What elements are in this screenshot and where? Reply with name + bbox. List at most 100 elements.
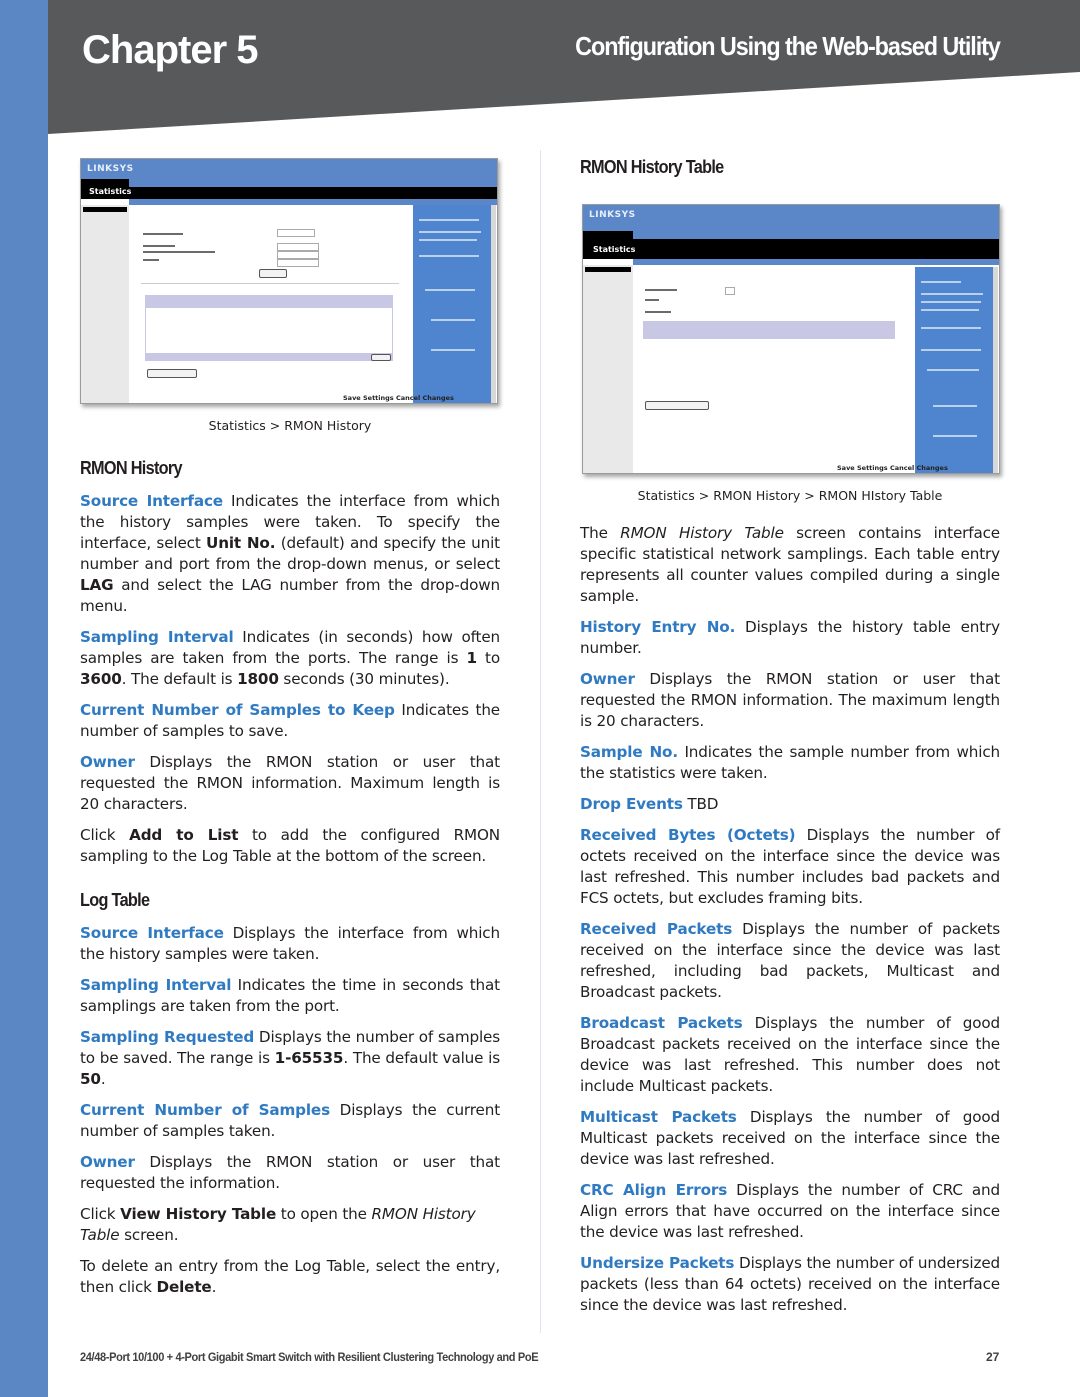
desc-item: Undersize Packets Displays the number of… [580, 1253, 1000, 1316]
help-text-line [921, 301, 981, 303]
help-text-line [927, 369, 979, 371]
heading-log-table: Log Table [80, 889, 150, 910]
desc-text: Displays the RMON station or user that r… [80, 1153, 500, 1192]
help-scrollbar[interactable] [491, 205, 496, 403]
desc-item: Received Bytes (Octets) Displays the num… [580, 825, 1000, 909]
sampling-interval-input[interactable] [277, 243, 319, 251]
heading-rmon-history: RMON History [80, 457, 183, 478]
nav-section-label: Statistics [593, 245, 636, 254]
nav-top-strip [633, 231, 999, 239]
history-entry-select[interactable] [725, 287, 735, 295]
term-label: Owner [80, 1153, 135, 1171]
field-label [143, 245, 175, 247]
column-divider [540, 150, 541, 1333]
desc-log-sampling-interval: Sampling Interval Indicates the time in … [80, 975, 500, 1017]
term-label: Drop Events [580, 795, 683, 813]
desc-sampling-interval: Sampling Interval Indicates (in seconds)… [80, 627, 500, 690]
term-label: Source Interface [80, 492, 223, 510]
bold-text: Delete [156, 1278, 212, 1296]
desc-text: . [211, 1278, 217, 1296]
screenshot-sidebar [81, 205, 129, 403]
bold-text: Add to List [129, 826, 239, 844]
desc-text: . The default value is [343, 1049, 500, 1067]
cancel-changes-link[interactable]: Cancel Changes [890, 464, 948, 472]
desc-add-to-list: Click Add to List to add the configured … [80, 825, 500, 867]
desc-item: Sample No. Indicates the sample number f… [580, 742, 1000, 784]
help-text-line [933, 435, 977, 437]
help-text-line [431, 349, 475, 351]
desc-view-history: Click View History Table to open the RMO… [80, 1204, 500, 1246]
desc-samples-to-keep: Current Number of Samples to Keep Indica… [80, 700, 500, 742]
field-label [143, 259, 159, 261]
nav-top-strip [129, 179, 497, 187]
bold-text: 1 [466, 649, 477, 667]
term-label: Sample No. [580, 743, 678, 761]
help-text-line [921, 281, 961, 283]
chapter-title: Chapter 5 [82, 28, 258, 72]
form-divider [141, 283, 399, 284]
help-pane [413, 205, 491, 403]
desc-item: Drop Events TBD [580, 794, 1000, 815]
right-column: RMON History Table LINKSYS Statistics Sa… [580, 156, 1000, 1326]
term-label: Current Number of Samples to Keep [80, 701, 395, 719]
field-label [143, 233, 183, 235]
screenshot-rmon-history-table: LINKSYS Statistics Save Settings Cancel … [582, 204, 1000, 474]
term-label: Current Number of Samples [80, 1101, 330, 1119]
view-history-table-button[interactable] [147, 369, 197, 378]
help-text-line [419, 239, 477, 241]
desc-text: . The default is [121, 670, 238, 688]
figure-caption: Statistics > RMON History [208, 418, 372, 433]
save-cancel-bar: Save Settings Cancel Changes [837, 464, 948, 472]
sidebar-tab [83, 207, 127, 212]
log-table-header [145, 295, 393, 307]
left-color-strip [0, 0, 48, 1397]
desc-item: Broadcast Packets Displays the number of… [580, 1013, 1000, 1097]
sub-nav [633, 259, 999, 265]
source-interface-select[interactable] [277, 229, 315, 237]
help-text-line [419, 231, 481, 233]
field-description-list: History Entry No. Displays the history t… [580, 617, 1000, 1316]
history-table-header [643, 321, 895, 339]
term-label: Sampling Interval [80, 628, 234, 646]
desc-text: The [580, 524, 621, 542]
desc-text: Displays the RMON station or user that r… [80, 753, 500, 813]
linksys-banner [583, 205, 999, 231]
owner-input[interactable] [277, 259, 319, 267]
save-settings-link[interactable]: Save Settings [837, 464, 888, 472]
term-label: Owner [80, 753, 135, 771]
help-text-line [921, 349, 981, 351]
desc-text: . [100, 1070, 106, 1088]
figure-caption: Statistics > RMON History > RMON HIstory… [637, 488, 943, 503]
help-text-line [431, 319, 475, 321]
save-cancel-bar: Save Settings Cancel Changes [343, 394, 454, 402]
nav-section-label: Statistics [89, 187, 132, 196]
help-text-line [425, 289, 475, 291]
desc-log-owner: Owner Displays the RMON station or user … [80, 1152, 500, 1194]
delete-button[interactable] [371, 354, 391, 361]
save-settings-link[interactable]: Save Settings [343, 394, 394, 402]
help-text-line [419, 255, 479, 257]
desc-text: To delete an entry from the Log Table, s… [80, 1257, 500, 1296]
left-column: LINKSYS Statistics Save Settings Cancel … [80, 158, 500, 1308]
desc-log-source-interface: Source Interface Displays the interface … [80, 923, 500, 965]
bold-text: LAG [80, 576, 114, 594]
bold-text: 50 [80, 1070, 101, 1088]
samples-to-keep-input[interactable] [277, 251, 319, 259]
field-label [645, 289, 677, 291]
footer-product-name: 24/48-Port 10/100 + 4-Port Gigabit Smart… [80, 1350, 539, 1364]
help-text-line [933, 405, 977, 407]
back-button[interactable] [645, 401, 709, 410]
add-to-list-button[interactable] [259, 269, 287, 278]
term-label: Owner [580, 670, 635, 688]
bold-text: 1800 [237, 670, 279, 688]
cancel-changes-link[interactable]: Cancel Changes [396, 394, 454, 402]
term-label: Broadcast Packets [580, 1014, 743, 1032]
help-scrollbar[interactable] [993, 267, 998, 473]
desc-text: TBD [682, 795, 719, 813]
heading-rmon-history-table: RMON History Table [580, 156, 724, 177]
page-number: 27 [986, 1350, 1000, 1364]
desc-text: Click [80, 1205, 121, 1223]
term-label: Received Bytes (Octets) [580, 826, 796, 844]
desc-text: Displays the RMON station or user that r… [580, 670, 1000, 730]
sidebar-tab [585, 267, 631, 272]
